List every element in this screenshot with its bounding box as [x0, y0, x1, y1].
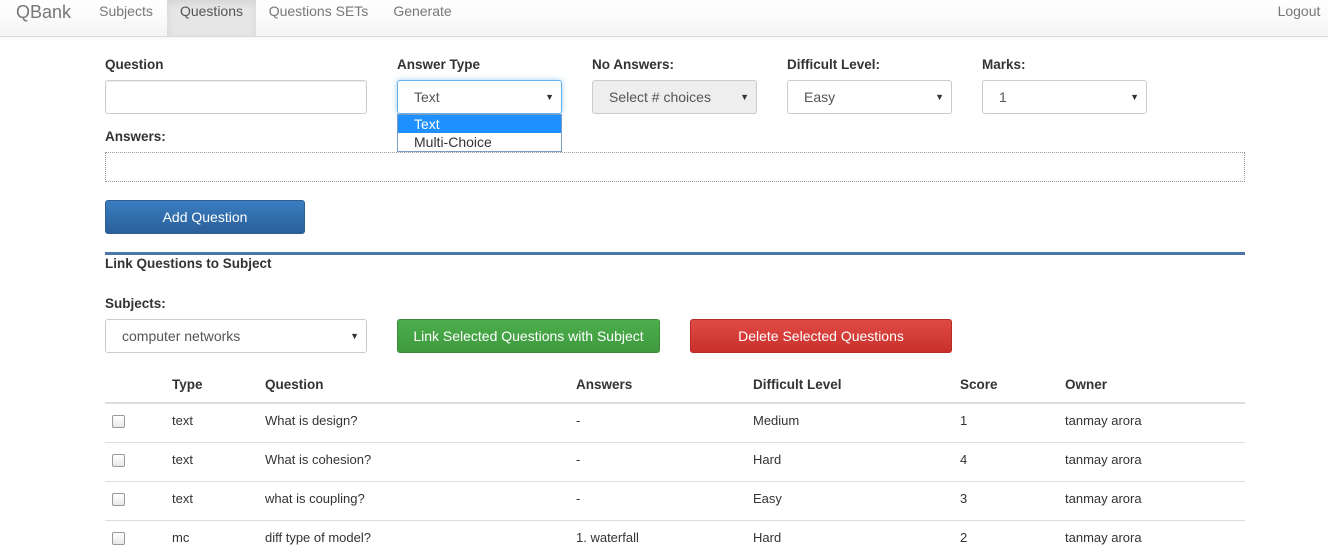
nav-generate[interactable]: Generate	[381, 0, 464, 36]
difficult-level-value: Easy	[804, 89, 836, 105]
marks-select[interactable]: 1 ▼	[982, 80, 1147, 114]
column-header-owner: Owner	[1065, 377, 1108, 392]
cell-question: diff type of model?	[265, 530, 371, 545]
cell-difficult-level: Medium	[753, 413, 800, 428]
cell-score: 4	[960, 452, 968, 467]
chevron-down-icon: ▼	[350, 331, 359, 341]
cell-question: what is coupling?	[265, 491, 365, 506]
column-header-question: Question	[265, 377, 324, 392]
option-text[interactable]: Text	[398, 115, 561, 133]
question-label: Question	[105, 57, 164, 72]
navbar: QBank Subjects Questions Questions SETs …	[0, 0, 1328, 37]
no-answers-select[interactable]: Select # choices ▼	[592, 80, 757, 114]
cell-difficult-level: Hard	[753, 530, 782, 545]
cell-answers: -	[576, 491, 581, 506]
cell-answers: -	[576, 452, 581, 467]
subject-select[interactable]: computer networks ▼	[105, 319, 367, 353]
cell-owner: tanmay arora	[1065, 491, 1142, 506]
row-checkbox[interactable]	[112, 532, 125, 545]
cell-type: text	[172, 491, 193, 506]
marks-label: Marks:	[982, 57, 1026, 72]
chevron-down-icon: ▼	[740, 92, 749, 102]
marks-value: 1	[999, 89, 1007, 105]
row-checkbox[interactable]	[112, 454, 125, 467]
delete-questions-button[interactable]: Delete Selected Questions	[690, 319, 952, 353]
column-header-score: Score	[960, 377, 998, 392]
link-section-heading: Link Questions to Subject	[105, 256, 272, 271]
table-header-divider	[105, 402, 1245, 404]
answer-type-select[interactable]: Text ▼	[397, 80, 562, 114]
row-divider	[105, 442, 1245, 443]
answers-label: Answers:	[105, 129, 166, 144]
answer-type-label: Answer Type	[397, 57, 481, 72]
cell-score: 1	[960, 413, 968, 428]
difficult-level-label: Difficult Level:	[787, 57, 881, 72]
cell-owner: tanmay arora	[1065, 530, 1142, 545]
cell-difficult-level: Easy	[753, 491, 782, 506]
option-multi-choice[interactable]: Multi-Choice	[398, 133, 561, 151]
brand-logo[interactable]: QBank	[16, 2, 71, 23]
add-question-button[interactable]: Add Question	[105, 200, 305, 234]
cell-owner: tanmay arora	[1065, 413, 1142, 428]
cell-question: What is design?	[265, 413, 358, 428]
cell-score: 2	[960, 530, 968, 545]
cell-score: 3	[960, 491, 968, 506]
cell-difficult-level: Hard	[753, 452, 782, 467]
chevron-down-icon: ▼	[935, 92, 944, 102]
column-header-type: Type	[172, 377, 203, 392]
logout-link[interactable]: Logout	[1268, 0, 1328, 36]
nav-questions[interactable]: Questions	[167, 0, 256, 36]
chevron-down-icon: ▼	[545, 92, 554, 102]
row-divider	[105, 481, 1245, 482]
nav-subjects[interactable]: Subjects	[86, 0, 166, 36]
cell-owner: tanmay arora	[1065, 452, 1142, 467]
cell-answers: -	[576, 413, 581, 428]
row-checkbox[interactable]	[112, 493, 125, 506]
no-answers-value: Select # choices	[609, 89, 711, 105]
answers-area[interactable]	[105, 152, 1245, 182]
row-checkbox[interactable]	[112, 415, 125, 428]
row-divider	[105, 520, 1245, 521]
subjects-label: Subjects:	[105, 296, 166, 311]
cell-type: text	[172, 413, 193, 428]
nav-question-sets[interactable]: Questions SETs	[256, 0, 381, 36]
chevron-down-icon: ▼	[1130, 92, 1139, 102]
answer-type-value: Text	[414, 89, 440, 105]
no-answers-label: No Answers:	[592, 57, 675, 72]
column-header-difficult-level: Difficult Level	[753, 377, 842, 392]
link-questions-button[interactable]: Link Selected Questions with Subject	[397, 319, 660, 353]
cell-answers: 1. waterfall	[576, 530, 639, 545]
subject-value: computer networks	[122, 328, 241, 344]
answer-type-dropdown: Text Multi-Choice	[397, 114, 562, 152]
question-input[interactable]	[105, 80, 367, 114]
difficult-level-select[interactable]: Easy ▼	[787, 80, 952, 114]
cell-type: mc	[172, 530, 190, 545]
cell-question: What is cohesion?	[265, 452, 372, 467]
section-divider	[105, 252, 1245, 255]
cell-type: text	[172, 452, 193, 467]
column-header-answers: Answers	[576, 377, 633, 392]
